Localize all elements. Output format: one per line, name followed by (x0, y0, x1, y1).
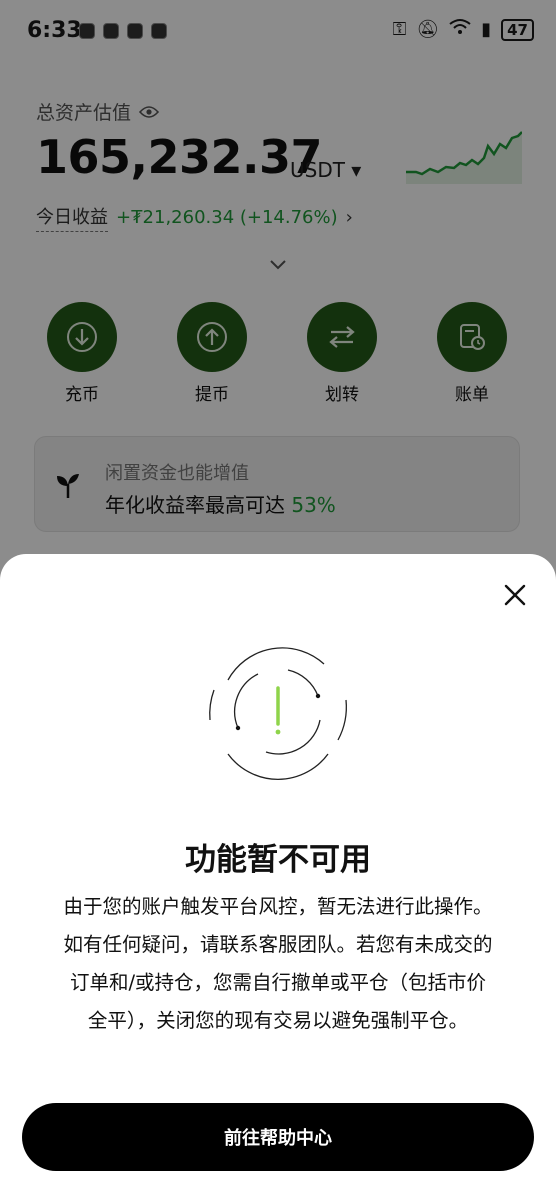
sheet-message-line: 全平），关闭您的现有交易以避免强制平仓。 (87, 1009, 469, 1032)
sheet-message: 由于您的账户触发平台风控，暂无法进行此操作。 如有任何疑问，请联系客服团队。若您… (22, 888, 534, 1040)
sheet-title: 功能暂不可用 (185, 842, 371, 878)
help-center-button[interactable]: 前往帮助中心 (22, 1103, 534, 1171)
close-icon[interactable] (500, 580, 530, 610)
sheet-message-line: 订单和/或持仓，您需自行撤单或平仓（包括市价 (69, 971, 487, 994)
sheet-message-line: 由于您的账户触发平台风控，暂无法进行此操作。 (63, 895, 493, 918)
warning-icon (209, 647, 347, 780)
sheet-message-line: 如有任何疑问，请联系客服团队。若您有未成交的 (63, 933, 493, 956)
feature-unavailable-sheet: 功能暂不可用 由于您的账户触发平台风控，暂无法进行此操作。 如有任何疑问，请联系… (0, 554, 556, 1200)
